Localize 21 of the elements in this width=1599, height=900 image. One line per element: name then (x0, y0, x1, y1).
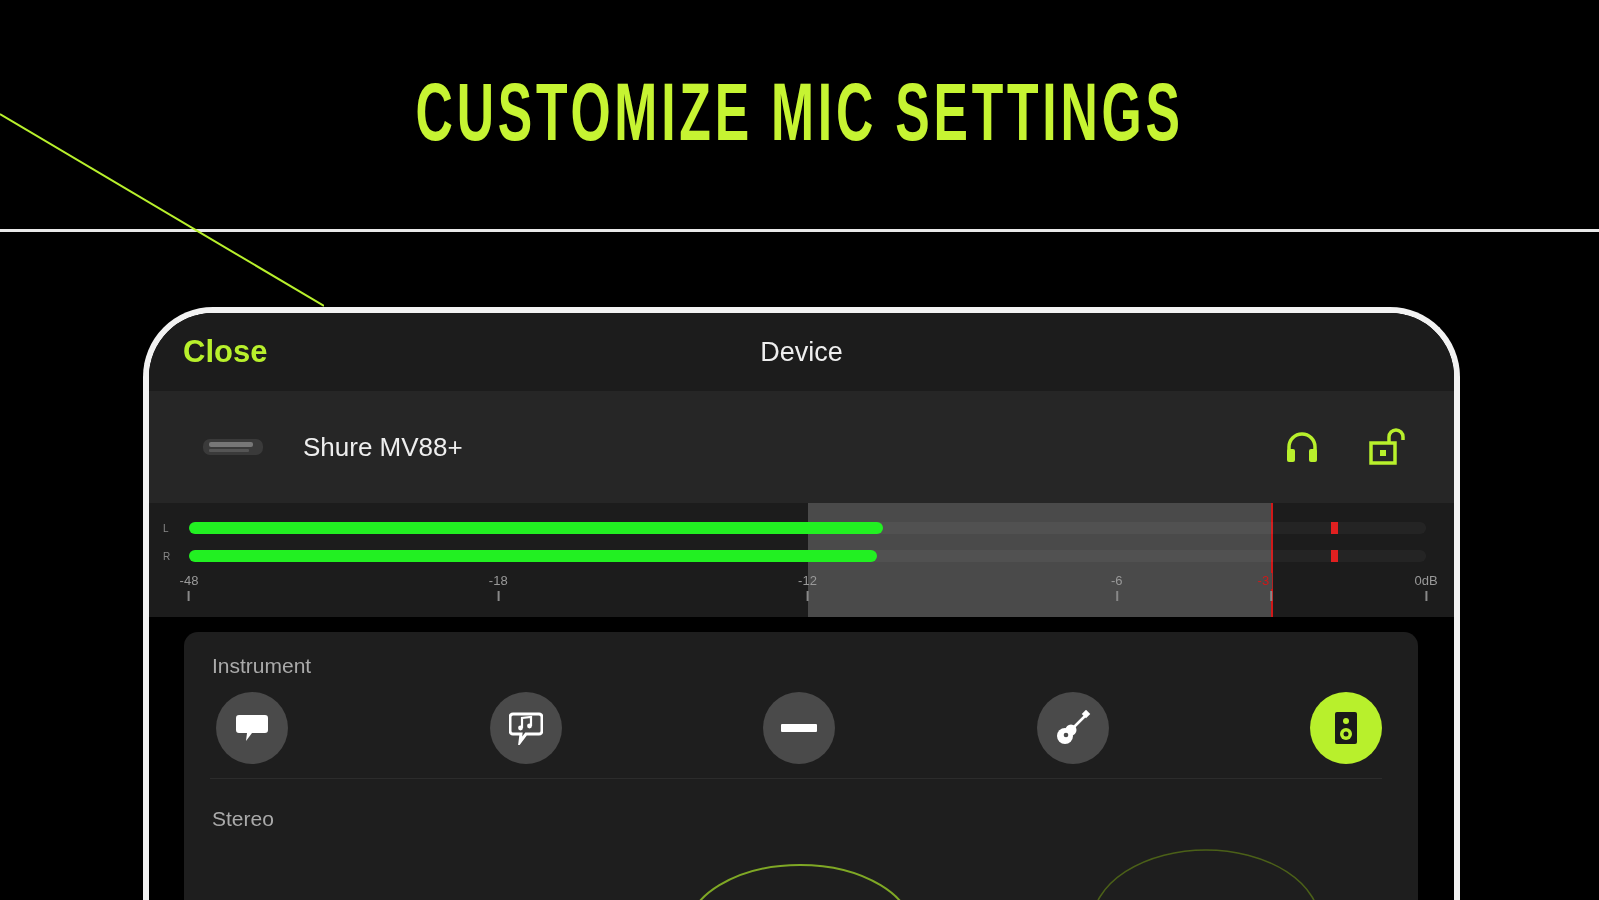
nav-title: Device (760, 336, 843, 368)
headphones-icon[interactable] (1284, 429, 1320, 465)
minus-icon (781, 724, 817, 732)
section-title: Stereo (212, 807, 275, 831)
headline: CUSTOMIZE MIC SETTINGS (415, 64, 1184, 159)
peak-indicator (1330, 522, 1338, 534)
scale-label: -48 (179, 573, 199, 589)
device-name: Shure MV88+ (303, 431, 463, 463)
guitar-icon (1054, 710, 1091, 746)
channel-label: R (163, 550, 172, 562)
speaker-icon (1335, 712, 1357, 744)
peak-indicator (1330, 550, 1338, 562)
scale-label: 0dB (1414, 573, 1438, 589)
music-bubble-icon (508, 711, 543, 745)
scale-label: -12 (798, 573, 817, 589)
channel-label: L (163, 522, 170, 534)
close-button[interactable]: Close (183, 334, 268, 370)
scale-label: -6 (1110, 573, 1123, 589)
section-title: Instrument (212, 654, 313, 678)
unlocked-lock-icon[interactable] (1368, 428, 1408, 466)
scale-label: -18 (488, 573, 508, 589)
